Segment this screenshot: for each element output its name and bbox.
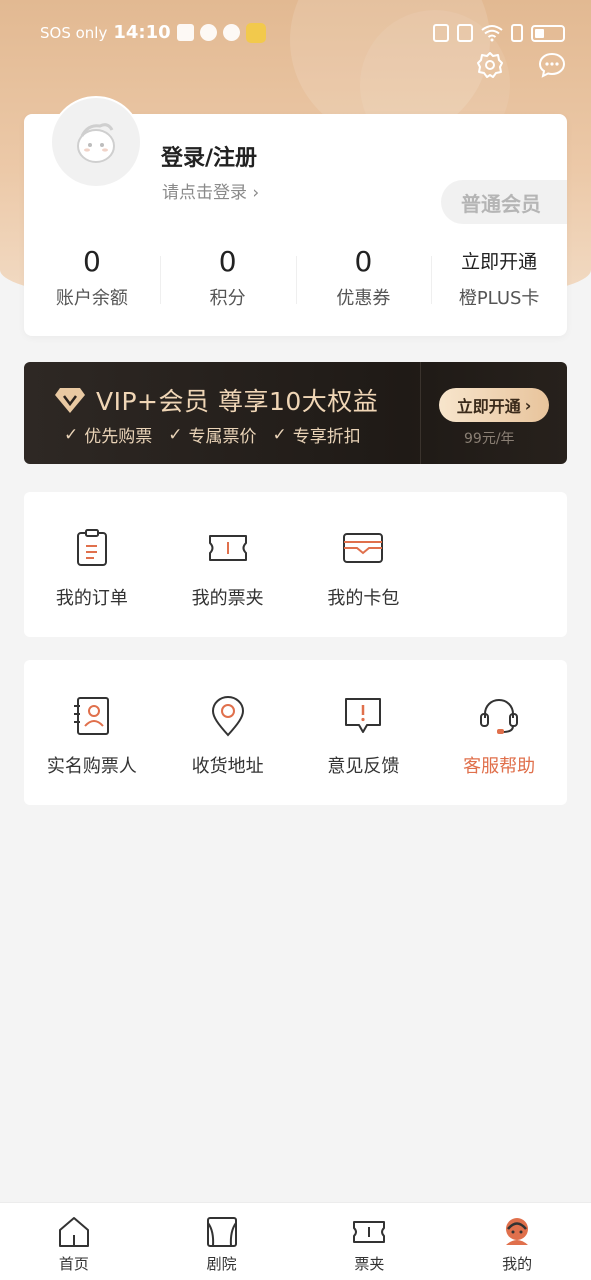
divider	[420, 362, 421, 464]
vip-price: 99元/年	[464, 431, 515, 447]
tab-label: 首页	[58, 1255, 89, 1273]
contact-card-icon	[73, 697, 109, 735]
stat-points[interactable]: 0 积分	[159, 242, 296, 322]
real-name-buyer-button[interactable]: 实名购票人	[24, 660, 160, 805]
tab-label: 票夹	[354, 1255, 385, 1273]
profile-icon	[506, 1218, 529, 1245]
vip-feature-label: 专属票价	[188, 427, 257, 447]
orders-section: 我的订单 我的票夹 我的卡包	[24, 492, 567, 637]
stat-coupons[interactable]: 0 优惠券	[295, 242, 432, 322]
check-icon: ✓	[168, 424, 183, 445]
tab-profile[interactable]: 我的	[443, 1203, 591, 1280]
check-icon: ✓	[272, 424, 287, 445]
stat-label: 优惠券	[336, 288, 391, 309]
vip-feature: ✓ 优先购票	[64, 422, 153, 448]
order-icon	[76, 529, 107, 566]
vip-activate-label: 立即开通	[456, 397, 521, 416]
vip-banner[interactable]: VIP+会员 尊享10大权益 ✓ 优先购票 ✓ 专属票价 ✓ 专享折扣 立即开通…	[24, 362, 567, 464]
app-notification-icon	[222, 24, 240, 41]
stat-label: 账户余额	[55, 288, 128, 309]
vip-features: ✓ 优先购票 ✓ 专属票价 ✓ 专享折扣	[64, 422, 361, 448]
card-wallet-icon	[343, 533, 384, 563]
check-icon: ✓	[64, 424, 79, 445]
my-card-wallet-button[interactable]: 我的卡包	[296, 492, 432, 637]
real-name-buyer-label: 实名购票人	[46, 756, 137, 777]
ticket-icon	[208, 535, 247, 561]
vip-activate-button[interactable]: 立即开通 ›	[439, 388, 549, 422]
carrier-text: SOS only	[40, 23, 108, 42]
vip-feature: ✓ 专享折扣	[272, 422, 361, 448]
theater-icon	[206, 1217, 237, 1247]
feedback-button[interactable]: 意见反馈	[296, 660, 432, 805]
stat-value: 立即开通	[461, 251, 538, 273]
wifi-icon	[481, 25, 503, 42]
status-bar: SOS only 14:10	[0, 18, 591, 48]
member-level-badge[interactable]: 普通会员	[441, 180, 567, 224]
stat-label: 积分	[209, 288, 246, 309]
account-stats: 0 账户余额 0 积分 0 优惠券 立即开通 橙PLUS卡	[24, 242, 567, 322]
stat-value: 0	[354, 245, 373, 278]
tab-label: 我的	[502, 1255, 533, 1273]
stat-value: 0	[218, 245, 237, 278]
services-section: 实名购票人 收货地址 意见反馈 客服帮助	[24, 660, 567, 805]
customer-service-label: 客服帮助	[463, 756, 536, 777]
tab-label: 剧院	[206, 1255, 237, 1273]
my-card-wallet-label: 我的卡包	[327, 588, 400, 609]
login-prompt-link[interactable]: 请点击登录 ›	[162, 178, 259, 203]
login-register-title[interactable]: 登录/注册	[161, 140, 257, 172]
my-tickets-label: 我的票夹	[191, 588, 264, 609]
my-orders-button[interactable]: 我的订单	[24, 492, 160, 637]
tab-home[interactable]: 首页	[0, 1203, 148, 1280]
tab-theater[interactable]: 剧院	[148, 1203, 296, 1280]
headset-icon	[480, 698, 519, 734]
avatar[interactable]	[50, 96, 142, 188]
customer-service-button[interactable]: 客服帮助	[431, 660, 567, 805]
stat-value: 0	[82, 245, 101, 278]
stat-plus-card[interactable]: 立即开通 橙PLUS卡	[431, 242, 567, 322]
shipping-address-label: 收货地址	[191, 756, 264, 777]
vip-feature: ✓ 专属票价	[168, 422, 257, 448]
app-notification-icon	[245, 22, 266, 43]
vip-title: VIP+会员 尊享10大权益	[96, 387, 379, 416]
stat-balance[interactable]: 0 账户余额	[24, 242, 160, 322]
chevron-right-icon: ›	[524, 395, 532, 415]
vip-feature-label: 优先购票	[84, 427, 153, 447]
vip-diamond-icon	[55, 388, 85, 413]
home-icon	[58, 1217, 89, 1247]
login-prompt-text: 请点击登录	[162, 183, 247, 203]
battery-icon	[531, 24, 565, 42]
shipping-address-button[interactable]: 收货地址	[160, 660, 296, 805]
stat-label: 橙PLUS卡	[458, 288, 540, 309]
mascot-avatar-icon	[77, 123, 115, 163]
feedback-label: 意见反馈	[327, 756, 400, 777]
my-tickets-button[interactable]: 我的票夹	[160, 492, 296, 637]
my-orders-label: 我的订单	[55, 588, 128, 609]
profile-card: 登录/注册 请点击登录 › 普通会员 0 账户余额 0 积分 0 优惠券 立即开…	[24, 96, 567, 336]
tab-tickets[interactable]: 票夹	[296, 1203, 444, 1280]
bottom-tab-bar: 首页 剧院 票夹 我的	[0, 1202, 591, 1280]
vip-feature-label: 专享折扣	[292, 427, 361, 447]
location-pin-icon	[211, 695, 244, 737]
mail-icon	[176, 24, 194, 41]
alert-icon	[511, 24, 523, 42]
notification-icon	[199, 24, 217, 41]
chevron-right-icon: ›	[252, 183, 260, 203]
message-icon[interactable]	[537, 50, 567, 80]
vibrate-icon	[457, 24, 473, 42]
settings-gear-icon[interactable]	[475, 50, 505, 80]
feedback-icon	[345, 698, 382, 733]
nfc-icon	[433, 24, 449, 42]
ticket-icon	[353, 1221, 386, 1243]
status-time: 14:10	[113, 22, 171, 43]
